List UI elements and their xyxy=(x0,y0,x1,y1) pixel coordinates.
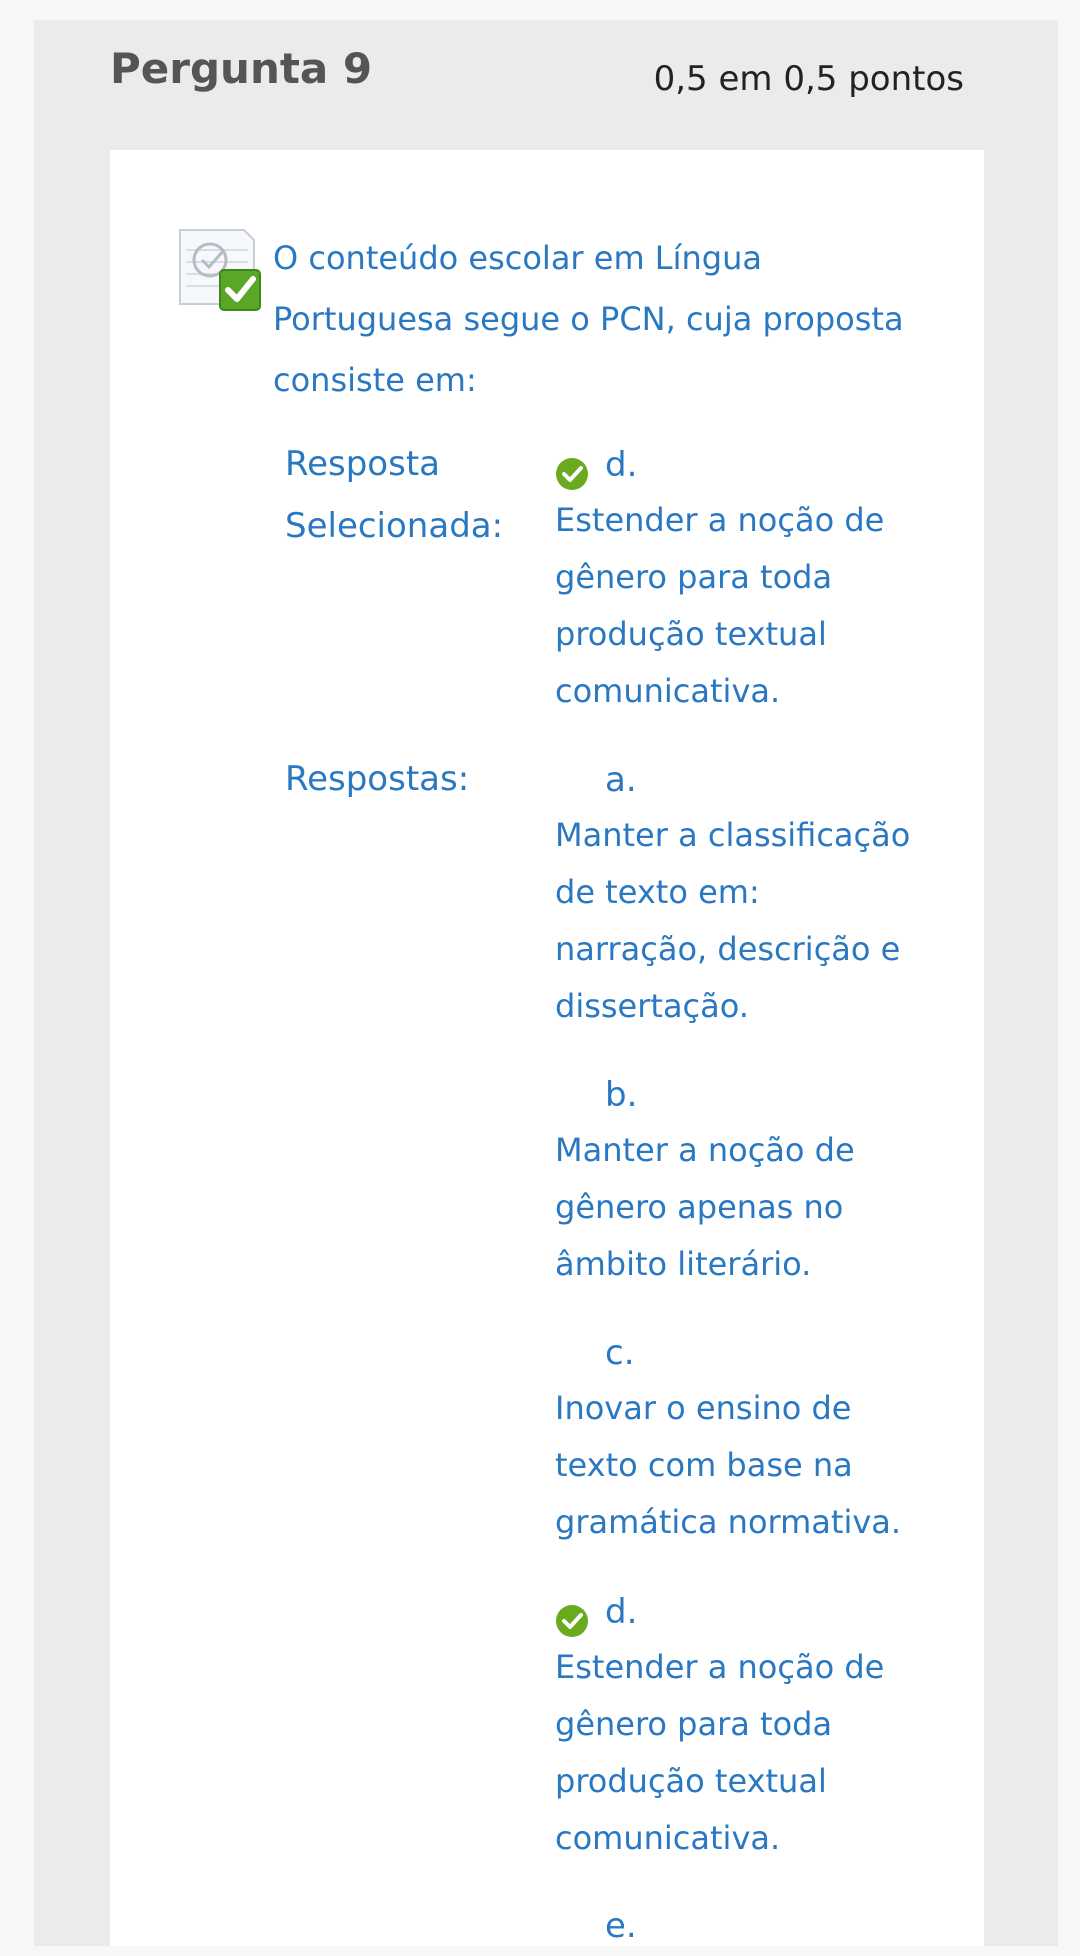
answer-text: Manter a classificação de texto em: narr… xyxy=(555,816,911,1025)
answers-label: Respostas: xyxy=(285,759,470,799)
answer-text: Manter a noção de gênero apenas no âmbit… xyxy=(555,1131,855,1283)
question-text: O conteúdo escolar em Língua Portuguesa … xyxy=(273,239,904,399)
answer-option-c: c. Inovar o ensino de texto com base na … xyxy=(555,1323,915,1551)
answer-letter: c. xyxy=(605,1333,635,1373)
answer-option-a: a. Manter a classificação de texto em: n… xyxy=(555,750,915,1035)
check-icon xyxy=(555,450,589,490)
answer-option-b: b. Manter a noção de gênero apenas no âm… xyxy=(555,1065,915,1293)
answer-letter: d. xyxy=(605,1592,638,1632)
answer-letter: e. xyxy=(605,1906,637,1946)
answer-option-e: e. xyxy=(555,1896,915,1956)
answer-text: Inovar o ensino de texto com base na gra… xyxy=(555,1389,902,1541)
answer-letter: b. xyxy=(605,1075,638,1115)
question-points: 0,5 em 0,5 pontos xyxy=(653,59,964,99)
answer-text: Estender a noção de gênero para toda pro… xyxy=(555,1648,885,1857)
selected-answer-text: Estender a noção de gênero para toda pro… xyxy=(555,501,885,710)
check-icon xyxy=(555,1597,589,1637)
answer-letter: a. xyxy=(605,760,637,800)
correct-question-icon xyxy=(176,226,262,314)
selected-answer-letter: d. xyxy=(605,445,638,485)
answer-option-d: d. Estender a noção de gênero para toda … xyxy=(555,1582,915,1867)
selected-answer-label: Resposta Selecionada: xyxy=(285,444,504,546)
selected-answer: d. Estender a noção de gênero para toda … xyxy=(555,435,915,720)
question-title: Pergunta 9 xyxy=(110,44,373,93)
